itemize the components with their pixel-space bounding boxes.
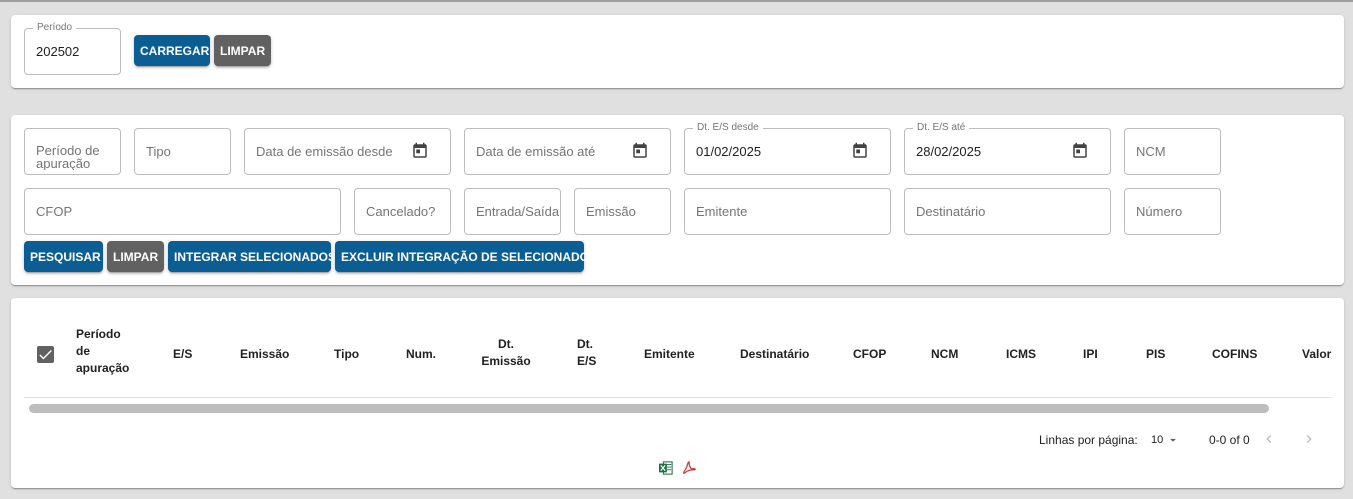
cancelado-placeholder: Cancelado? (366, 204, 436, 219)
cancelado-field[interactable]: Cancelado? (354, 188, 451, 235)
destinatario-placeholder: Destinatário (916, 204, 986, 219)
emissao-ate-placeholder: Data de emissão até (476, 144, 596, 159)
header-num[interactable]: Num. (406, 346, 436, 363)
results-table-panel: Período de apuração E/S Emissão Tipo Num… (11, 298, 1344, 488)
destinatario-field[interactable]: Destinatário (904, 188, 1111, 235)
period-field[interactable]: Período 202502 (24, 21, 121, 75)
calendar-icon[interactable] (1071, 142, 1089, 160)
es-ate-value: 28/02/2025 (916, 144, 982, 159)
tipo-placeholder: Tipo (146, 144, 171, 159)
rows-per-page-label: Linhas por página: (1039, 433, 1138, 447)
header-dt-es[interactable]: Dt. E/S (577, 336, 596, 370)
cfop-field[interactable]: CFOP (24, 188, 341, 235)
integrate-selected-button[interactable]: INTEGRAR SELECIONADOS (168, 241, 336, 272)
header-dt-emissao[interactable]: Dt. Emissão (479, 336, 533, 370)
header-text: apuração (76, 361, 130, 375)
header-pis[interactable]: PIS (1146, 346, 1165, 363)
load-button[interactable]: CARREGAR (134, 35, 210, 66)
calendar-icon[interactable] (411, 142, 429, 160)
header-cfop[interactable]: CFOP (853, 346, 886, 363)
header-text: Emissão (481, 354, 531, 368)
header-cofins[interactable]: COFINS (1212, 346, 1257, 363)
load-period-panel: Período 202502 CARREGAR LIMPAR (11, 15, 1344, 88)
horizontal-scrollbar[interactable] (29, 404, 1269, 413)
pdf-export-icon[interactable] (682, 461, 696, 475)
dropdown-arrow-icon (1170, 438, 1176, 442)
page-range: 0-0 of 0 (1209, 433, 1250, 447)
header-ipi[interactable]: IPI (1083, 346, 1098, 363)
header-text: Período (76, 327, 121, 341)
header-divider (24, 397, 1331, 398)
select-all-checkbox[interactable] (37, 346, 54, 363)
entrada-saida-field[interactable]: Entrada/Saída (464, 188, 561, 235)
header-periodo-apuracao[interactable]: Período de apuração (76, 326, 129, 377)
emitente-placeholder: Emitente (696, 204, 748, 219)
check-icon (39, 349, 52, 360)
search-button[interactable]: PESQUISAR (24, 241, 103, 272)
rows-per-page-value: 10 (1151, 434, 1164, 446)
excel-export-icon[interactable] (659, 461, 673, 475)
ncm-placeholder: NCM (1136, 144, 1166, 159)
header-valor[interactable]: Valor (1302, 346, 1331, 363)
header-icms[interactable]: ICMS (1006, 346, 1036, 363)
tipo-field[interactable]: Tipo (134, 128, 231, 175)
calendar-icon[interactable] (631, 142, 649, 160)
rows-per-page-select[interactable]: 10 (1150, 431, 1184, 449)
emissao-ate-field[interactable]: Data de emissão até (464, 128, 671, 175)
top-border (0, 0, 1353, 2)
emissao-field[interactable]: Emissão (574, 188, 671, 235)
next-page-icon[interactable] (1301, 431, 1317, 447)
apuracao-placeholder: Período de apuração (36, 144, 100, 170)
header-text: E/S (577, 354, 597, 368)
es-ate-label: Dt. E/S até (913, 121, 970, 135)
previous-page-icon[interactable] (1261, 431, 1277, 447)
numero-placeholder: Número (1136, 204, 1183, 219)
header-text: de (76, 344, 91, 358)
es-desde-label: Dt. E/S desde (693, 121, 763, 135)
calendar-icon[interactable] (851, 142, 869, 160)
header-emitente[interactable]: Emitente (644, 346, 695, 363)
emissao-placeholder: Emissão (586, 204, 636, 219)
emissao-desde-placeholder: Data de emissão desde (256, 144, 393, 159)
es-desde-value: 01/02/2025 (696, 144, 762, 159)
period-value: 202502 (36, 44, 80, 59)
emitente-field[interactable]: Emitente (684, 188, 891, 235)
entrada-saida-placeholder: Entrada/Saída (476, 204, 560, 219)
header-text: Dt. (577, 337, 593, 351)
header-es[interactable]: E/S (173, 346, 192, 363)
header-text: Dt. (498, 337, 514, 351)
clear-filters-button[interactable]: LIMPAR (107, 241, 164, 272)
es-desde-field[interactable]: Dt. E/S desde 01/02/2025 (684, 121, 891, 175)
header-destinatario[interactable]: Destinatário (740, 346, 809, 363)
filters-panel: Período de apuração Tipo Data de emissão… (11, 115, 1344, 285)
apuracao-field[interactable]: Período de apuração (24, 128, 121, 175)
exclude-integration-button[interactable]: EXCLUIR INTEGRAÇÃO DE SELECIONADOS (335, 241, 597, 272)
header-emissao[interactable]: Emissão (240, 346, 289, 363)
period-label: Período (33, 21, 77, 35)
numero-field[interactable]: Número (1124, 188, 1221, 235)
emissao-desde-field[interactable]: Data de emissão desde (244, 128, 451, 175)
header-tipo[interactable]: Tipo (334, 346, 359, 363)
ncm-field[interactable]: NCM (1124, 128, 1221, 175)
cfop-placeholder: CFOP (36, 204, 73, 219)
es-ate-field[interactable]: Dt. E/S até 28/02/2025 (904, 121, 1111, 175)
clear-load-button[interactable]: LIMPAR (214, 35, 271, 66)
header-ncm[interactable]: NCM (931, 346, 958, 363)
